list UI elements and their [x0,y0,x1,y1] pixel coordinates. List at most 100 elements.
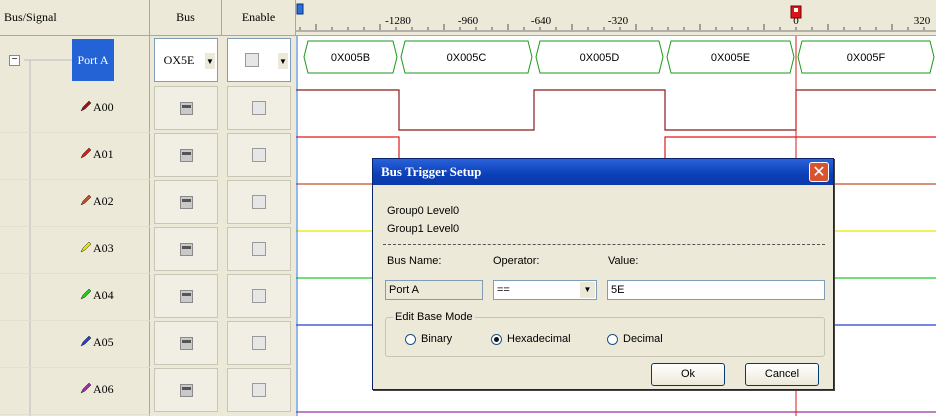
enable-cell[interactable] [227,227,291,271]
bus-segment-value: 0X005C [447,52,487,64]
signal-name: A01 [93,147,114,161]
signal-row[interactable]: A00 [0,84,150,133]
enable-cell[interactable] [227,321,291,365]
bus-segment-value: 0X005D [580,52,620,64]
time-ruler[interactable]: -1280 -960 -640 -320 0 320 [296,0,936,36]
pen-icon [80,195,91,206]
disabled-box-icon [252,148,266,162]
pen-icon [80,242,91,253]
trigger-marker-icon[interactable] [790,5,802,19]
bus-segment-value: 0X005B [331,52,370,64]
signal-name: A03 [93,241,114,255]
enable-cell[interactable] [227,368,291,412]
signal-row[interactable]: A03 [0,225,150,274]
close-button[interactable]: ✕ [809,162,829,182]
enable-combo-value [228,39,276,81]
signal-row[interactable]: A01 [0,131,150,180]
cancel-button[interactable]: Cancel [745,363,819,386]
value-input[interactable]: 5E [607,280,825,300]
separator [383,244,825,245]
chevron-down-icon[interactable]: ▼ [205,53,215,69]
header-bus: Bus [150,0,222,36]
bus-value-combo[interactable]: OX5E ▼ [154,38,218,82]
enable-cell[interactable] [227,133,291,177]
bus-member-icon [179,101,193,115]
pen-icon [80,336,91,347]
bus-member-cell[interactable] [154,86,218,130]
dialog-title: Bus Trigger Setup [373,159,833,185]
bus-waveform: 0X005B 0X005C 0X005D 0X005E 0X005F [303,40,935,74]
radio-binary[interactable] [405,334,416,345]
signal-row[interactable]: A04 [0,272,150,321]
bus-enable-columns: OX5E ▼ ▼ [150,36,296,416]
bus-member-icon [179,195,193,209]
signal-name: A06 [93,382,114,396]
chevron-down-icon[interactable]: ▼ [278,53,288,69]
bus-name-port-a[interactable]: Port A [72,39,114,81]
signal-name: A00 [93,100,114,114]
radio-decimal[interactable] [607,334,618,345]
pen-icon [80,148,91,159]
enable-cell[interactable] [227,180,291,224]
bus-member-cell[interactable] [154,227,218,271]
radio-hexadecimal-label[interactable]: Hexadecimal [507,333,571,345]
bus-member-cell[interactable] [154,321,218,365]
bus-value-text: OX5E [163,52,195,67]
group0-text: Group0 Level0 [387,205,460,217]
bus-member-cell[interactable] [154,368,218,412]
operator-select-value: == [497,284,510,296]
signal-row[interactable]: A05 [0,319,150,368]
bus-member-icon [179,289,193,303]
ruler-label: -960 [458,15,479,27]
signal-row[interactable]: A06 [0,366,150,415]
disabled-box-icon [252,242,266,256]
chevron-down-icon[interactable]: ▼ [580,282,595,298]
bus-name-label: Port A [77,52,109,67]
disabled-box-icon [252,101,266,115]
bus-trigger-setup-dialog: Bus Trigger Setup ✕ Group0 Level0 Group1… [372,158,834,390]
operator-label: Operator: [493,255,540,267]
bus-member-icon [179,242,193,256]
ruler-label: 320 [914,15,931,27]
ruler-label: -640 [531,15,552,27]
header-bus-signal: Bus/Signal [0,0,150,36]
signal-name: A04 [93,288,114,302]
signal-name: A02 [93,194,114,208]
header-enable-label: Enable [241,10,276,24]
enable-cell[interactable] [227,86,291,130]
operator-select[interactable]: == ▼ [493,280,597,300]
ruler-label: -1280 [385,15,411,27]
disabled-box-icon [252,383,266,397]
pen-icon [80,383,91,394]
ok-button[interactable]: Ok [651,363,725,386]
bus-segment-value: 0X005F [847,52,886,64]
bus-member-cell[interactable] [154,180,218,224]
header-bus-label: Bus [176,10,195,24]
bus-member-icon [179,148,193,162]
ruler-svg: -1280 -960 -640 -320 0 320 [296,3,936,32]
ruler-label: -320 [608,15,629,27]
pen-icon [80,101,91,112]
bus-name-label: Bus Name: [387,255,442,267]
value-label: Value: [608,255,639,267]
header-enable: Enable [222,0,296,36]
radio-binary-label[interactable]: Binary [421,333,452,345]
signal-tree: − Port A A00 A01 A02 A03 A04 A05 A06 [0,36,150,416]
bus-segment-value: 0X005E [711,52,750,64]
disabled-box-icon [252,195,266,209]
base-mode-label: Edit Base Mode [393,311,475,323]
disabled-box-icon [245,53,259,67]
disabled-box-icon [252,289,266,303]
bus-member-cell[interactable] [154,274,218,318]
bus-member-icon [179,383,193,397]
radio-decimal-label[interactable]: Decimal [623,333,663,345]
enable-combo[interactable]: ▼ [227,38,291,82]
signal-row[interactable]: A02 [0,178,150,227]
signal-name: A05 [93,335,114,349]
start-marker-icon[interactable] [296,3,304,15]
bus-member-cell[interactable] [154,133,218,177]
radio-hexadecimal[interactable] [491,334,502,345]
collapse-toggle-icon[interactable]: − [9,55,20,66]
header-bus-signal-label: Bus/Signal [4,10,57,24]
enable-cell[interactable] [227,274,291,318]
